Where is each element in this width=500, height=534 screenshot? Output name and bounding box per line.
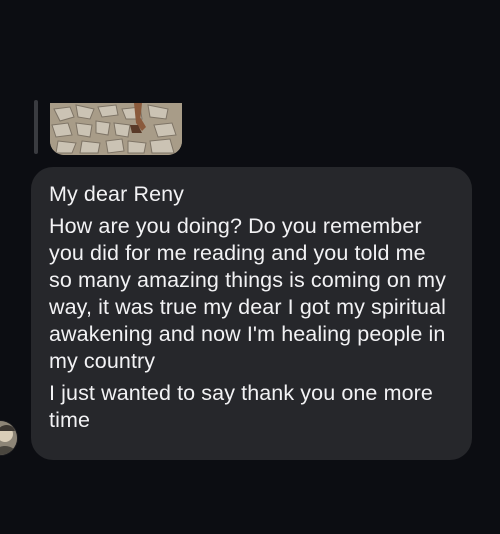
reply-indicator-bar bbox=[34, 100, 38, 154]
message-body: How are you doing? Do you remember you d… bbox=[49, 214, 453, 373]
profile-avatar-icon bbox=[0, 421, 17, 455]
message-closing: I just wanted to say thank you one more … bbox=[49, 381, 440, 432]
chat-thread: My dear Reny How are you doing? Do you r… bbox=[0, 0, 500, 534]
message-bubble[interactable]: My dear Reny How are you doing? Do you r… bbox=[31, 167, 472, 460]
sender-avatar[interactable] bbox=[0, 420, 18, 456]
message-greeting: My dear Reny bbox=[49, 182, 185, 206]
quoted-photo-thumbnail[interactable] bbox=[50, 103, 182, 155]
photo-icon bbox=[50, 103, 182, 155]
